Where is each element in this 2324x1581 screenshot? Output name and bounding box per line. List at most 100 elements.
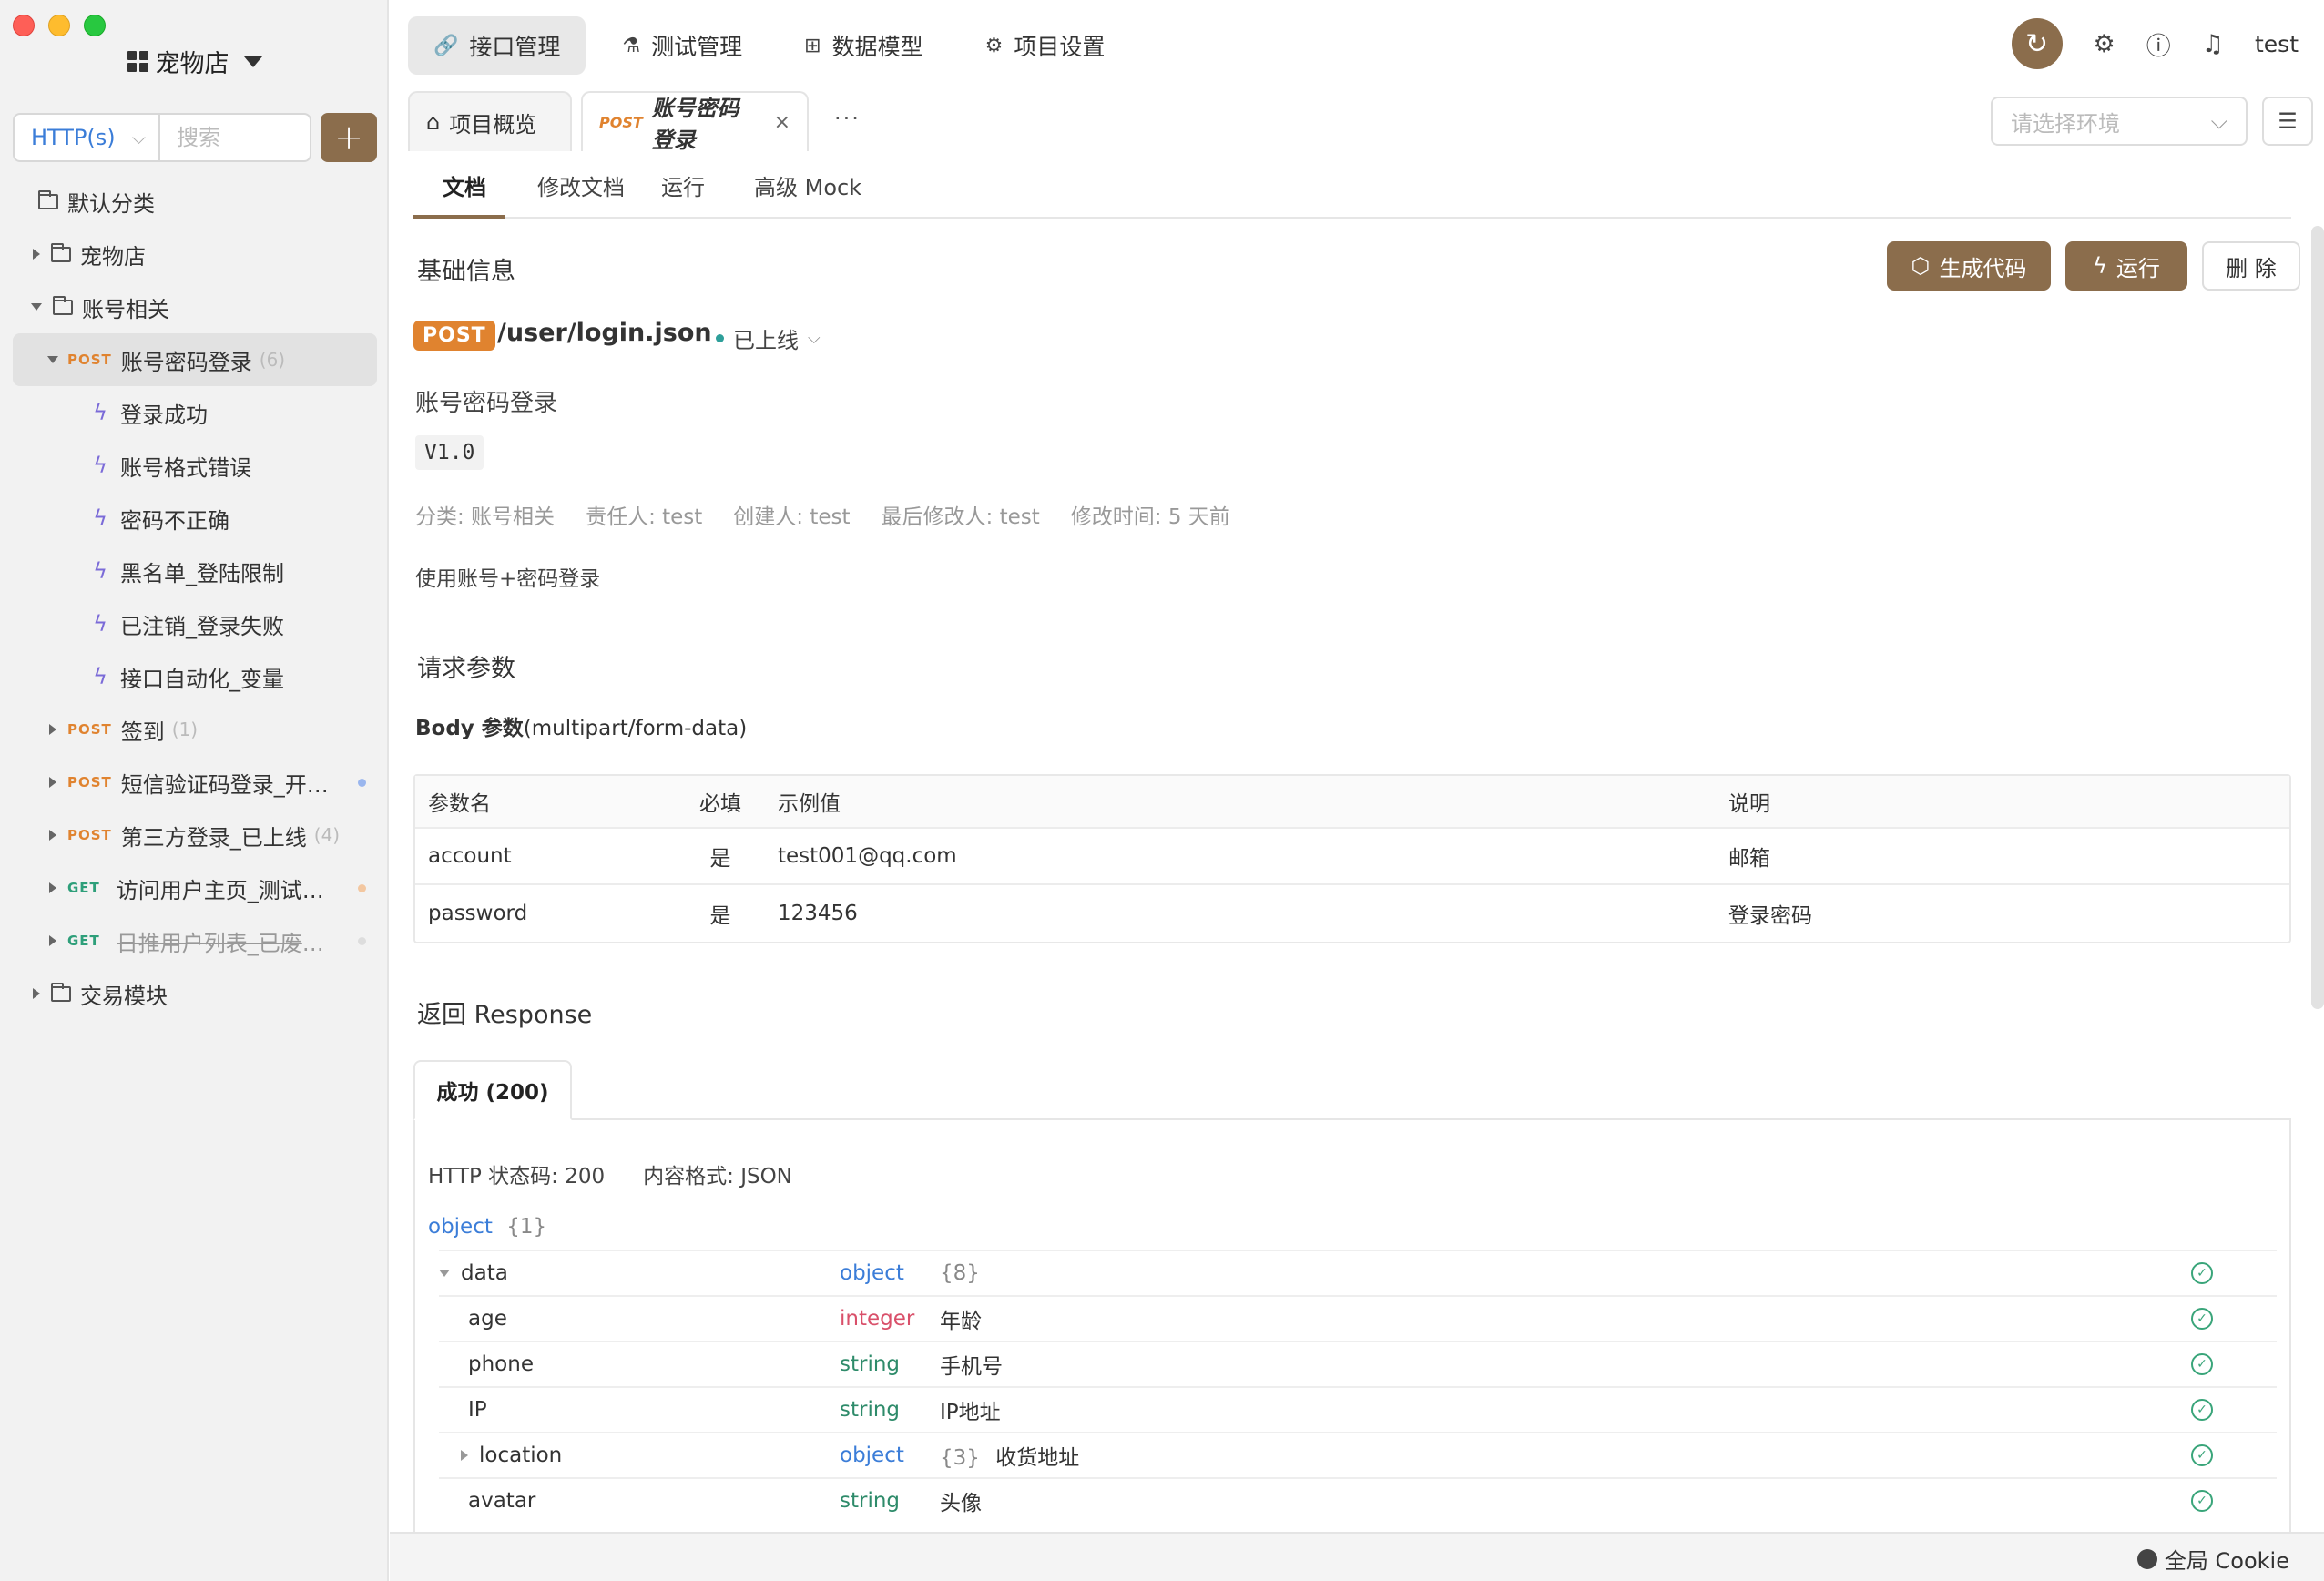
settings-icon[interactable]: ⚙ bbox=[2094, 30, 2115, 58]
expand-arrow-icon[interactable] bbox=[49, 724, 56, 735]
tab-method-badge: POST bbox=[599, 113, 643, 131]
response-tab-success[interactable]: 成功 (200) bbox=[413, 1060, 572, 1120]
button-label: 生成代码 bbox=[1939, 255, 2027, 281]
nav-test-management[interactable]: ⚗ 测试管理 bbox=[596, 16, 768, 75]
collapse-arrow-icon[interactable] bbox=[31, 303, 42, 311]
close-icon[interactable]: × bbox=[774, 111, 790, 134]
param-example: 123456 bbox=[778, 902, 858, 925]
more-tabs-button[interactable]: ··· bbox=[834, 106, 861, 131]
tree-item-label: 接口自动化_变量 bbox=[120, 666, 284, 692]
expand-arrow-icon[interactable] bbox=[49, 777, 56, 788]
bell-icon[interactable]: ♫ bbox=[2202, 30, 2224, 58]
tree-case[interactable]: ϟ 密码不正确 bbox=[13, 492, 377, 545]
root-count: {1} bbox=[506, 1215, 547, 1239]
collapse-arrow-icon[interactable] bbox=[47, 356, 58, 363]
field-extra: {8} bbox=[940, 1261, 980, 1285]
tree-folder-petstore[interactable]: 宠物店 bbox=[13, 228, 377, 280]
nav-label: 项目设置 bbox=[1014, 34, 1106, 60]
user-name[interactable]: test bbox=[2255, 31, 2299, 57]
tree-folder-default[interactable]: 默认分类 bbox=[13, 175, 377, 228]
param-required: 是 bbox=[709, 847, 731, 871]
field-type: object bbox=[840, 1443, 904, 1467]
help-icon[interactable]: ⓘ bbox=[2146, 26, 2171, 62]
meta-creator: 创建人: test bbox=[733, 505, 851, 529]
status-dot bbox=[358, 883, 366, 892]
expand-arrow-icon[interactable] bbox=[461, 1450, 468, 1461]
schema-field: avatar bbox=[439, 1489, 840, 1513]
nav-api-management[interactable]: 🔗 接口管理 bbox=[408, 16, 586, 75]
project-switcher[interactable]: 宠物店 bbox=[0, 44, 389, 79]
tree-case[interactable]: ϟ 已注销_登录失败 bbox=[13, 597, 377, 650]
tree-api[interactable]: GET 访问用户主页_测试中... bbox=[13, 862, 377, 914]
hierarchy-icon: ⊞ bbox=[804, 34, 821, 57]
case-count: (1) bbox=[171, 719, 199, 740]
nav-data-model[interactable]: ⊞ 数据模型 bbox=[779, 16, 948, 75]
subtab-doc[interactable]: 文档 bbox=[443, 169, 486, 201]
expand-arrow-icon[interactable] bbox=[33, 249, 40, 260]
expand-arrow-icon[interactable] bbox=[49, 882, 56, 893]
api-status-select[interactable]: 已上线 ⌵ bbox=[716, 322, 821, 354]
add-button[interactable]: + bbox=[321, 113, 377, 162]
tree-api[interactable]: POST 签到 (1) bbox=[13, 703, 377, 756]
body-content-type: (multipart/form-data) bbox=[523, 717, 748, 740]
field-name: phone bbox=[468, 1352, 534, 1376]
caret-down-icon bbox=[243, 56, 262, 67]
collapse-arrow-icon[interactable] bbox=[439, 1270, 450, 1277]
field-description: {3} 收货地址 bbox=[940, 1440, 2277, 1471]
global-cookie-button[interactable]: 全局 Cookie bbox=[2136, 1543, 2289, 1575]
close-window-button[interactable] bbox=[13, 15, 35, 36]
schema-field: phone bbox=[439, 1352, 840, 1376]
tree-item-label: 访问用户主页_测试中... bbox=[116, 877, 344, 903]
field-name: age bbox=[468, 1307, 507, 1331]
link-icon: 🔗 bbox=[433, 34, 459, 57]
protocol-select[interactable]: HTTP(s) ⌵ bbox=[13, 113, 158, 162]
schema-field: location bbox=[439, 1443, 840, 1467]
refresh-icon: ↻ bbox=[2024, 27, 2049, 60]
tree-item-label: 登录成功 bbox=[120, 402, 208, 428]
subtab-run[interactable]: 运行 bbox=[661, 169, 705, 201]
expand-arrow-icon[interactable] bbox=[49, 830, 56, 841]
chevron-down-icon: ⌵ bbox=[808, 329, 821, 348]
tree-case[interactable]: ϟ 接口自动化_变量 bbox=[13, 650, 377, 703]
minimize-window-button[interactable] bbox=[48, 15, 70, 36]
tree-item-label: 密码不正确 bbox=[120, 507, 229, 534]
section-request-params: 请求参数 bbox=[417, 655, 515, 683]
subtab-edit-doc[interactable]: 修改文档 bbox=[537, 169, 625, 201]
tab-api-login[interactable]: POST 账号密码登录 × bbox=[581, 91, 809, 153]
field-name: IP bbox=[468, 1398, 487, 1422]
method-badge: GET bbox=[67, 880, 100, 896]
expand-arrow-icon[interactable] bbox=[33, 988, 40, 999]
run-button[interactable]: ϟ 运行 bbox=[2065, 241, 2187, 291]
environment-select[interactable]: 请选择环境 ⌵ bbox=[1991, 97, 2248, 146]
scrollbar[interactable] bbox=[2311, 226, 2324, 1009]
tree-folder-trade[interactable]: 交易模块 bbox=[13, 967, 377, 1020]
api-path: /user/login.json bbox=[497, 319, 712, 347]
tree-case[interactable]: ϟ 账号格式错误 bbox=[13, 439, 377, 492]
top-right-actions: ↻ ⚙ ⓘ ♫ test bbox=[2011, 18, 2299, 69]
tree-api[interactable]: GET 日推用户列表_已废弃... bbox=[13, 914, 377, 967]
body-label: Body 参数 bbox=[415, 717, 524, 740]
window-controls bbox=[13, 15, 106, 36]
search-input[interactable] bbox=[158, 113, 311, 162]
delete-button[interactable]: 删 除 bbox=[2202, 241, 2300, 291]
tree-api[interactable]: POST 第三方登录_已上线 (4) bbox=[13, 809, 377, 862]
tree-case[interactable]: ϟ 黑名单_登陆限制 bbox=[13, 545, 377, 597]
generate-code-button[interactable]: ⬡ 生成代码 bbox=[1887, 241, 2051, 291]
subtab-advanced-mock[interactable]: 高级 Mock bbox=[754, 169, 861, 201]
maximize-window-button[interactable] bbox=[84, 15, 106, 36]
tree-api[interactable]: POST 短信验证码登录_开发... bbox=[13, 756, 377, 809]
method-badge: POST bbox=[413, 321, 495, 351]
tab-label: 项目概览 bbox=[449, 111, 537, 138]
tree-api-login[interactable]: POST 账号密码登录 (6) bbox=[13, 333, 377, 386]
tree-folder-account[interactable]: 账号相关 bbox=[13, 280, 377, 333]
nav-project-settings[interactable]: ⚙ 项目设置 bbox=[960, 16, 1131, 75]
section-basic-info: 基础信息 bbox=[417, 258, 515, 286]
list-view-button[interactable]: ☰ bbox=[2262, 97, 2313, 146]
field-type: string bbox=[840, 1352, 901, 1376]
expand-arrow-icon[interactable] bbox=[49, 935, 56, 946]
tree-case[interactable]: ϟ 登录成功 bbox=[13, 386, 377, 439]
method-badge: GET bbox=[67, 933, 100, 949]
sync-button[interactable]: ↻ bbox=[2011, 18, 2063, 69]
field-desc: 手机号 bbox=[940, 1355, 1003, 1379]
tab-project-overview[interactable]: ⌂ 项目概览 bbox=[408, 91, 572, 151]
